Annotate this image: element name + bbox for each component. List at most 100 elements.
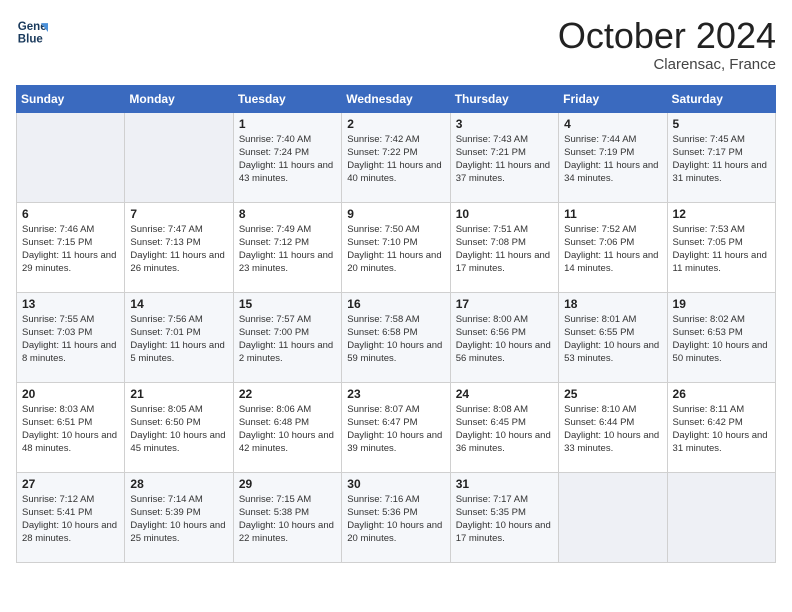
day-cell: 27 Sunrise: 7:12 AMSunset: 5:41 PMDaylig… — [17, 472, 125, 562]
day-info: Sunrise: 8:03 AMSunset: 6:51 PMDaylight:… — [22, 403, 119, 456]
column-header-thursday: Thursday — [450, 85, 558, 112]
day-info: Sunrise: 7:42 AMSunset: 7:22 PMDaylight:… — [347, 133, 444, 186]
day-cell: 22 Sunrise: 8:06 AMSunset: 6:48 PMDaylig… — [233, 382, 341, 472]
day-number: 18 — [564, 297, 661, 311]
day-info: Sunrise: 7:46 AMSunset: 7:15 PMDaylight:… — [22, 223, 119, 276]
day-info: Sunrise: 8:06 AMSunset: 6:48 PMDaylight:… — [239, 403, 336, 456]
day-number: 4 — [564, 117, 661, 131]
day-info: Sunrise: 7:14 AMSunset: 5:39 PMDaylight:… — [130, 493, 227, 546]
day-number: 28 — [130, 477, 227, 491]
day-info: Sunrise: 8:08 AMSunset: 6:45 PMDaylight:… — [456, 403, 553, 456]
day-info: Sunrise: 7:51 AMSunset: 7:08 PMDaylight:… — [456, 223, 553, 276]
week-row-1: 1 Sunrise: 7:40 AMSunset: 7:24 PMDayligh… — [17, 112, 776, 202]
day-number: 20 — [22, 387, 119, 401]
day-cell: 8 Sunrise: 7:49 AMSunset: 7:12 PMDayligh… — [233, 202, 341, 292]
day-cell: 10 Sunrise: 7:51 AMSunset: 7:08 PMDaylig… — [450, 202, 558, 292]
day-info: Sunrise: 7:50 AMSunset: 7:10 PMDaylight:… — [347, 223, 444, 276]
day-number: 27 — [22, 477, 119, 491]
day-info: Sunrise: 8:01 AMSunset: 6:55 PMDaylight:… — [564, 313, 661, 366]
column-header-friday: Friday — [559, 85, 667, 112]
day-number: 7 — [130, 207, 227, 221]
week-row-2: 6 Sunrise: 7:46 AMSunset: 7:15 PMDayligh… — [17, 202, 776, 292]
day-number: 30 — [347, 477, 444, 491]
day-cell: 16 Sunrise: 7:58 AMSunset: 6:58 PMDaylig… — [342, 292, 450, 382]
day-cell: 18 Sunrise: 8:01 AMSunset: 6:55 PMDaylig… — [559, 292, 667, 382]
day-number: 31 — [456, 477, 553, 491]
day-cell: 31 Sunrise: 7:17 AMSunset: 5:35 PMDaylig… — [450, 472, 558, 562]
day-number: 16 — [347, 297, 444, 311]
page-header: General Blue October 2024 Clarensac, Fra… — [16, 16, 776, 73]
day-number: 17 — [456, 297, 553, 311]
day-number: 23 — [347, 387, 444, 401]
day-info: Sunrise: 7:44 AMSunset: 7:19 PMDaylight:… — [564, 133, 661, 186]
day-number: 19 — [673, 297, 770, 311]
day-cell — [17, 112, 125, 202]
day-info: Sunrise: 8:11 AMSunset: 6:42 PMDaylight:… — [673, 403, 770, 456]
day-number: 10 — [456, 207, 553, 221]
column-header-wednesday: Wednesday — [342, 85, 450, 112]
day-number: 13 — [22, 297, 119, 311]
day-cell: 23 Sunrise: 8:07 AMSunset: 6:47 PMDaylig… — [342, 382, 450, 472]
day-cell: 5 Sunrise: 7:45 AMSunset: 7:17 PMDayligh… — [667, 112, 775, 202]
day-info: Sunrise: 8:05 AMSunset: 6:50 PMDaylight:… — [130, 403, 227, 456]
week-row-5: 27 Sunrise: 7:12 AMSunset: 5:41 PMDaylig… — [17, 472, 776, 562]
day-number: 3 — [456, 117, 553, 131]
day-number: 24 — [456, 387, 553, 401]
day-number: 11 — [564, 207, 661, 221]
day-info: Sunrise: 7:53 AMSunset: 7:05 PMDaylight:… — [673, 223, 770, 276]
day-info: Sunrise: 7:55 AMSunset: 7:03 PMDaylight:… — [22, 313, 119, 366]
svg-text:General: General — [18, 21, 48, 33]
day-cell: 29 Sunrise: 7:15 AMSunset: 5:38 PMDaylig… — [233, 472, 341, 562]
header-row: SundayMondayTuesdayWednesdayThursdayFrid… — [17, 85, 776, 112]
day-cell: 25 Sunrise: 8:10 AMSunset: 6:44 PMDaylig… — [559, 382, 667, 472]
title-block: October 2024 Clarensac, France — [558, 16, 776, 73]
day-cell: 14 Sunrise: 7:56 AMSunset: 7:01 PMDaylig… — [125, 292, 233, 382]
day-number: 2 — [347, 117, 444, 131]
day-info: Sunrise: 8:07 AMSunset: 6:47 PMDaylight:… — [347, 403, 444, 456]
day-cell — [559, 472, 667, 562]
svg-text:Blue: Blue — [18, 34, 44, 46]
day-number: 8 — [239, 207, 336, 221]
day-info: Sunrise: 8:02 AMSunset: 6:53 PMDaylight:… — [673, 313, 770, 366]
week-row-4: 20 Sunrise: 8:03 AMSunset: 6:51 PMDaylig… — [17, 382, 776, 472]
logo: General Blue — [16, 16, 48, 48]
day-number: 9 — [347, 207, 444, 221]
day-info: Sunrise: 7:58 AMSunset: 6:58 PMDaylight:… — [347, 313, 444, 366]
month-title: October 2024 — [558, 16, 776, 56]
day-cell: 7 Sunrise: 7:47 AMSunset: 7:13 PMDayligh… — [125, 202, 233, 292]
day-number: 6 — [22, 207, 119, 221]
location: Clarensac, France — [558, 56, 776, 73]
day-cell: 11 Sunrise: 7:52 AMSunset: 7:06 PMDaylig… — [559, 202, 667, 292]
day-info: Sunrise: 7:52 AMSunset: 7:06 PMDaylight:… — [564, 223, 661, 276]
day-number: 12 — [673, 207, 770, 221]
day-number: 22 — [239, 387, 336, 401]
day-cell: 17 Sunrise: 8:00 AMSunset: 6:56 PMDaylig… — [450, 292, 558, 382]
day-cell: 26 Sunrise: 8:11 AMSunset: 6:42 PMDaylig… — [667, 382, 775, 472]
day-cell: 1 Sunrise: 7:40 AMSunset: 7:24 PMDayligh… — [233, 112, 341, 202]
column-header-sunday: Sunday — [17, 85, 125, 112]
column-header-tuesday: Tuesday — [233, 85, 341, 112]
day-info: Sunrise: 7:57 AMSunset: 7:00 PMDaylight:… — [239, 313, 336, 366]
day-cell: 15 Sunrise: 7:57 AMSunset: 7:00 PMDaylig… — [233, 292, 341, 382]
day-cell: 30 Sunrise: 7:16 AMSunset: 5:36 PMDaylig… — [342, 472, 450, 562]
day-number: 25 — [564, 387, 661, 401]
week-row-3: 13 Sunrise: 7:55 AMSunset: 7:03 PMDaylig… — [17, 292, 776, 382]
day-cell: 19 Sunrise: 8:02 AMSunset: 6:53 PMDaylig… — [667, 292, 775, 382]
day-number: 1 — [239, 117, 336, 131]
day-info: Sunrise: 7:17 AMSunset: 5:35 PMDaylight:… — [456, 493, 553, 546]
day-cell: 4 Sunrise: 7:44 AMSunset: 7:19 PMDayligh… — [559, 112, 667, 202]
day-cell: 21 Sunrise: 8:05 AMSunset: 6:50 PMDaylig… — [125, 382, 233, 472]
column-header-monday: Monday — [125, 85, 233, 112]
logo-icon: General Blue — [16, 16, 48, 48]
day-number: 15 — [239, 297, 336, 311]
day-cell: 24 Sunrise: 8:08 AMSunset: 6:45 PMDaylig… — [450, 382, 558, 472]
day-cell: 2 Sunrise: 7:42 AMSunset: 7:22 PMDayligh… — [342, 112, 450, 202]
day-info: Sunrise: 7:49 AMSunset: 7:12 PMDaylight:… — [239, 223, 336, 276]
day-number: 26 — [673, 387, 770, 401]
day-number: 14 — [130, 297, 227, 311]
day-info: Sunrise: 7:12 AMSunset: 5:41 PMDaylight:… — [22, 493, 119, 546]
day-info: Sunrise: 7:45 AMSunset: 7:17 PMDaylight:… — [673, 133, 770, 186]
day-info: Sunrise: 7:16 AMSunset: 5:36 PMDaylight:… — [347, 493, 444, 546]
day-info: Sunrise: 7:40 AMSunset: 7:24 PMDaylight:… — [239, 133, 336, 186]
day-cell: 20 Sunrise: 8:03 AMSunset: 6:51 PMDaylig… — [17, 382, 125, 472]
